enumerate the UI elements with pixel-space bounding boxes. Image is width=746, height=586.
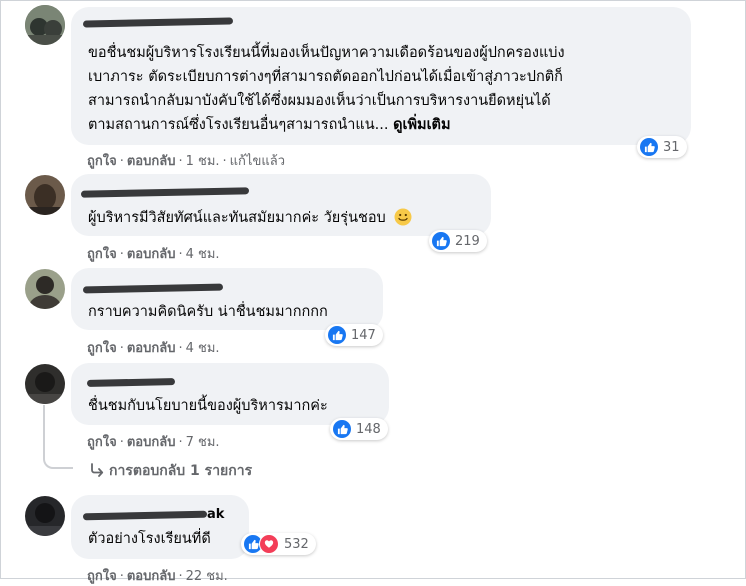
reaction-number: 148 bbox=[356, 421, 381, 437]
view-replies-label: การตอบกลับ 1 รายการ bbox=[109, 463, 253, 479]
timestamp[interactable]: 4 ชม. bbox=[186, 247, 220, 262]
like-reaction-icon bbox=[333, 420, 351, 438]
comment-last-line: ตามสถานการณ์ซึ่งโรงเรียนอื่นๆสามารถนำแน.… bbox=[88, 113, 451, 137]
comment-text: ชื่นชมกับนโยบายนี้ของผู้บริหารมากค่ะ bbox=[88, 398, 328, 414]
like-reaction-icon bbox=[328, 326, 346, 344]
comment-text-line: สามารถนำกลับมาบังคับใช้ได้ซึ่งผมมองเห็นว… bbox=[88, 93, 551, 109]
reply-button[interactable]: ตอบกลับ bbox=[127, 341, 176, 356]
comment-text-line: เบาภาระ ตัดระเบียบการต่างๆที่สามารถตัดออ… bbox=[88, 69, 563, 85]
love-reaction-icon bbox=[259, 534, 279, 554]
commenter-avatar[interactable] bbox=[25, 496, 65, 536]
comment-text: กราบความคิดนิครับ น่าชื่นชมมากกกก bbox=[88, 304, 328, 320]
smile-emoji-icon bbox=[394, 208, 412, 234]
timestamp[interactable]: 4 ชม. bbox=[186, 341, 220, 356]
timestamp[interactable]: 7 ชม. bbox=[186, 435, 220, 450]
reply-button[interactable]: ตอบกลับ bbox=[127, 247, 176, 262]
like-button[interactable]: ถูกใจ bbox=[87, 247, 117, 262]
view-replies-link[interactable]: การตอบกลับ 1 รายการ bbox=[89, 460, 252, 482]
reaction-number: 219 bbox=[455, 233, 480, 249]
reaction-number: 31 bbox=[663, 139, 680, 155]
comment-actions: ถูกใจ · ตอบกลับ · 4 ชม. bbox=[87, 247, 220, 262]
comment-actions: ถูกใจ · ตอบกลับ · 7 ชม. bbox=[87, 435, 220, 450]
reply-button[interactable]: ตอบกลับ bbox=[127, 569, 176, 584]
timestamp[interactable]: 1 ชม. bbox=[186, 154, 220, 169]
see-more-link[interactable]: ดูเพิ่มเติม bbox=[393, 117, 450, 133]
comment-text-line: ขอชื่นชมผู้บริหารโรงเรียนนี้ที่มองเห็นปั… bbox=[88, 45, 565, 61]
comment-text-row: ผู้บริหารมีวิสัยทัศน์และทันสมัยมากค่ะ วั… bbox=[88, 206, 412, 234]
like-button[interactable]: ถูกใจ bbox=[87, 435, 117, 450]
like-reaction-icon bbox=[640, 138, 658, 156]
like-button[interactable]: ถูกใจ bbox=[87, 569, 117, 584]
reaction-count[interactable]: 147 bbox=[325, 324, 383, 346]
reply-button[interactable]: ตอบกลับ bbox=[127, 154, 176, 169]
reaction-number: 532 bbox=[284, 536, 309, 552]
profile-photo bbox=[25, 269, 65, 309]
profile-photo bbox=[25, 175, 65, 215]
timestamp[interactable]: 22 ชม. bbox=[186, 569, 228, 584]
like-button[interactable]: ถูกใจ bbox=[87, 154, 117, 169]
reply-arrow-icon bbox=[89, 463, 105, 481]
comments-panel: ขอชื่นชมผู้บริหารโรงเรียนนี้ที่มองเห็นปั… bbox=[0, 0, 746, 584]
comment-actions: ถูกใจ · ตอบกลับ · 22 ชม. bbox=[87, 569, 228, 584]
reply-thread-line bbox=[43, 405, 73, 469]
commenter-name-suffix[interactable]: ak bbox=[207, 503, 224, 527]
comment-text: ตัวอย่างโรงเรียนที่ดี bbox=[88, 531, 211, 547]
reaction-count[interactable]: 31 bbox=[637, 136, 687, 158]
edited-label: แก้ไขแล้ว bbox=[229, 154, 285, 169]
like-button[interactable]: ถูกใจ bbox=[87, 341, 117, 356]
reaction-number: 147 bbox=[351, 327, 376, 343]
profile-photo bbox=[25, 364, 65, 404]
profile-photo bbox=[25, 5, 65, 45]
reply-button[interactable]: ตอบกลับ bbox=[127, 435, 176, 450]
comment-actions: ถูกใจ · ตอบกลับ · 4 ชม. bbox=[87, 341, 220, 356]
comment-text: ผู้บริหารมีวิสัยทัศน์และทันสมัยมากค่ะ วั… bbox=[88, 210, 386, 226]
commenter-avatar[interactable] bbox=[25, 5, 65, 45]
commenter-avatar[interactable] bbox=[25, 364, 65, 404]
reaction-count[interactable]: 532 bbox=[241, 533, 316, 555]
like-reaction-icon bbox=[432, 232, 450, 250]
profile-photo bbox=[25, 496, 65, 536]
comment-text-line: ตามสถานการณ์ซึ่งโรงเรียนอื่นๆสามารถนำแน.… bbox=[88, 117, 389, 133]
commenter-avatar[interactable] bbox=[25, 269, 65, 309]
commenter-avatar[interactable] bbox=[25, 175, 65, 215]
comment-actions: ถูกใจ · ตอบกลับ · 1 ชม. · แก้ไขแล้ว bbox=[87, 154, 285, 169]
reaction-count[interactable]: 219 bbox=[429, 230, 487, 252]
reaction-count[interactable]: 148 bbox=[330, 418, 388, 440]
